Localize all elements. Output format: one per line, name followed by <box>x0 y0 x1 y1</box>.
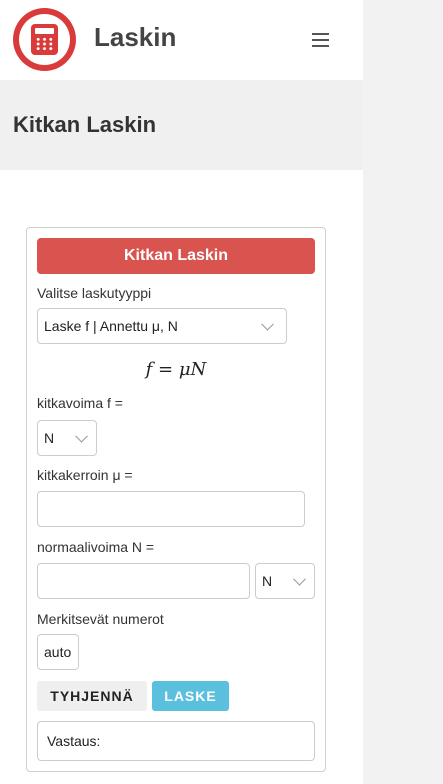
sig-figs-label: Merkitsevät numerot <box>37 611 164 627</box>
logo-ring <box>19 14 70 65</box>
normal-force-input[interactable] <box>37 563 250 599</box>
sig-figs-input[interactable]: auto <box>37 634 79 670</box>
menu-line <box>312 45 329 47</box>
chevron-down-icon <box>293 572 306 586</box>
side-background <box>363 0 443 784</box>
logo-calculator-body <box>31 24 58 55</box>
page-title: Kitkan Laskin <box>13 112 157 137</box>
chevron-down-icon <box>261 317 274 331</box>
clear-button[interactable]: TYHJENNÄ <box>37 681 147 711</box>
friction-force-unit: N <box>44 430 55 446</box>
chevron-down-icon <box>75 429 88 443</box>
friction-force-unit-select[interactable]: N <box>37 420 97 456</box>
coefficient-label: kitkakerroin μ = <box>37 467 133 483</box>
calc-type-select[interactable]: Laske f | Annettu μ, N <box>37 308 287 344</box>
site-header: Laskin <box>0 0 363 80</box>
normal-force-unit-select[interactable]: N <box>255 563 315 599</box>
formula: f = μN <box>145 359 207 380</box>
normal-force-unit: N <box>262 573 273 589</box>
normal-force-label: normaalivoima N = <box>37 539 155 555</box>
logo-calculator-keys <box>35 37 54 51</box>
calculator-card: Kitkan Laskin Valitse laskutyyppi Laske … <box>26 227 326 772</box>
logo-calculator-screen <box>35 28 54 34</box>
calculator-heading: Kitkan Laskin <box>37 238 315 274</box>
hamburger-menu-icon[interactable] <box>312 33 329 47</box>
answer-box: Vastaus: <box>37 721 315 761</box>
calculator-icon[interactable] <box>13 8 76 71</box>
menu-line <box>312 33 329 35</box>
friction-force-label: kitkavoima f = <box>37 395 123 411</box>
app-title[interactable]: Laskin <box>94 22 176 53</box>
menu-line <box>312 39 329 41</box>
answer-label: Vastaus: <box>47 733 101 749</box>
coefficient-input[interactable] <box>37 491 305 527</box>
calc-type-label: Valitse laskutyyppi <box>37 285 152 301</box>
page-title-band: Kitkan Laskin <box>0 80 363 170</box>
calculate-button[interactable]: LASKE <box>152 681 229 711</box>
calc-type-value: Laske f | Annettu μ, N <box>44 318 178 334</box>
